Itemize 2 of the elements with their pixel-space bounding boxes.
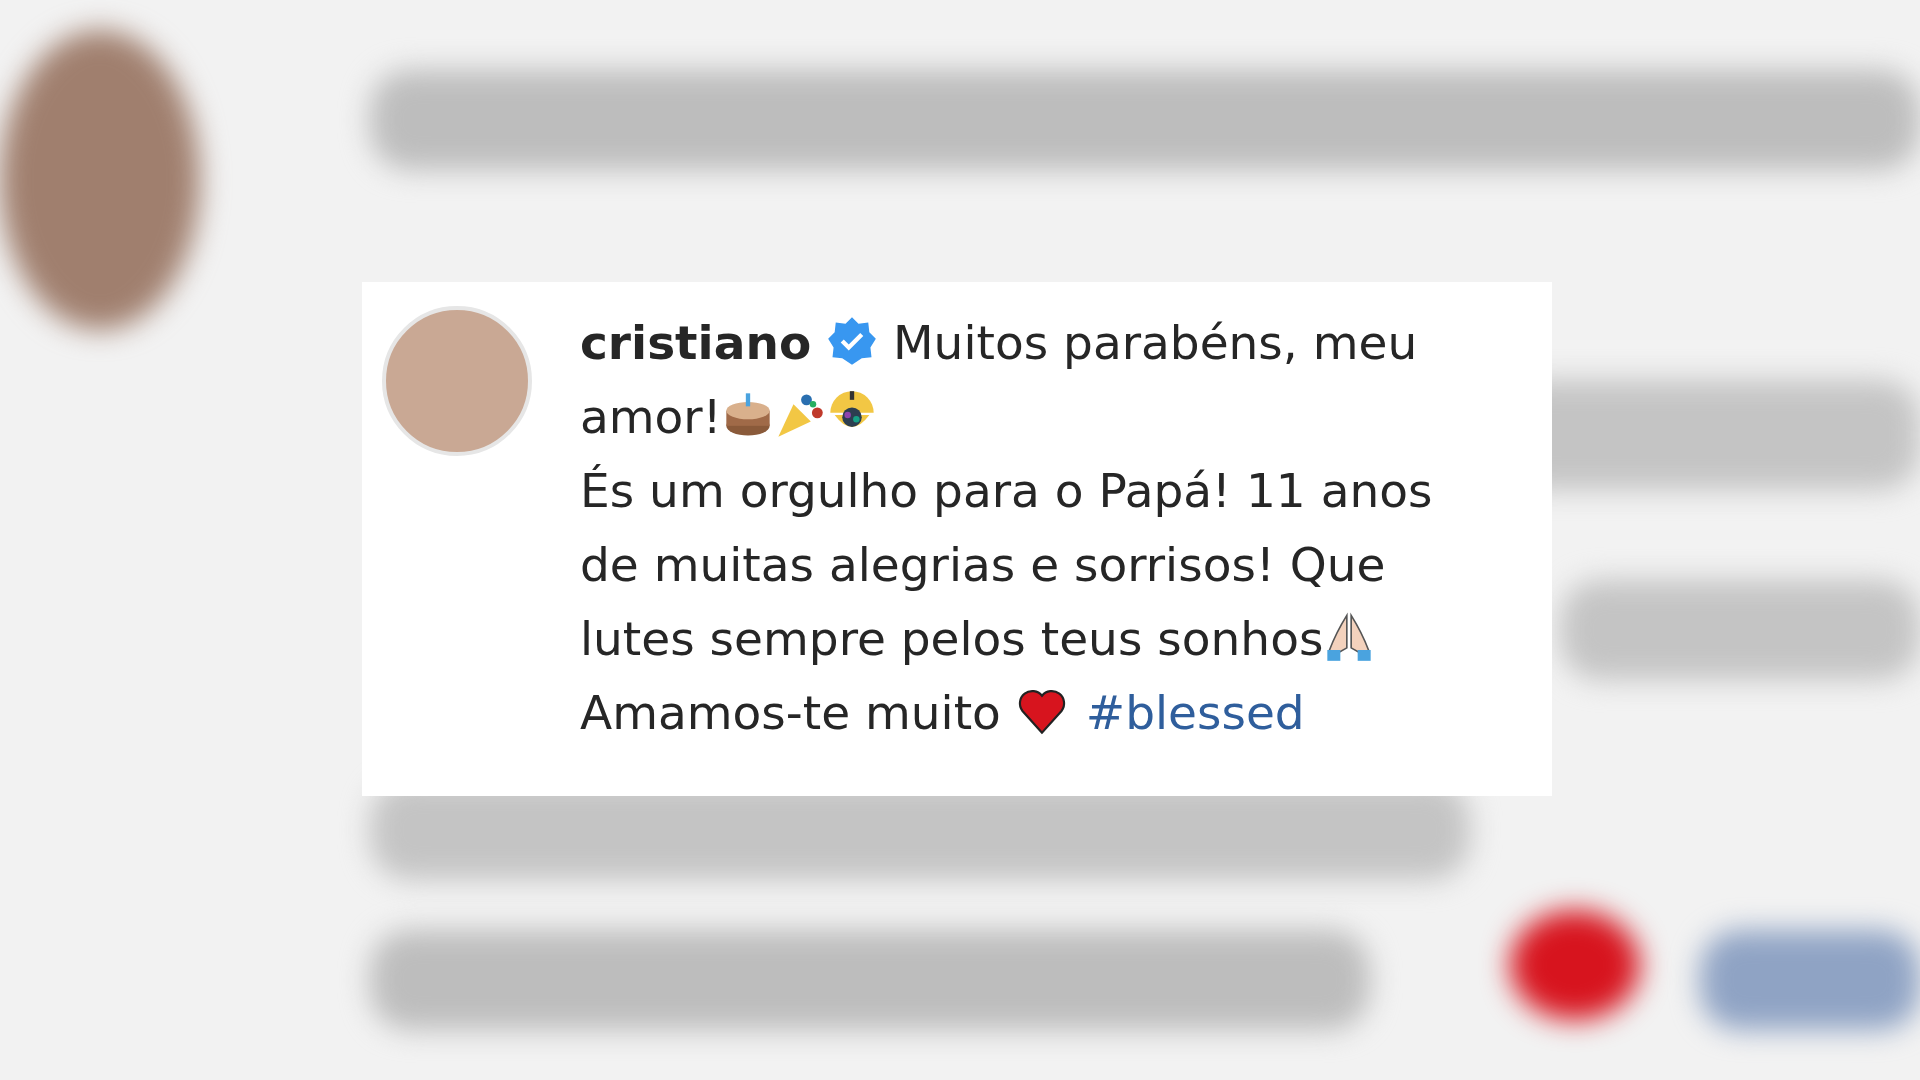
caption-text: cristiano Muitos parabéns, meu amor! És um orgulho para o Papá! 11 anos de muitas alegrias e sorrisos! Que lutes sempre pelos teus sonhos Amamos-te muito #blessed <box>580 314 1433 742</box>
hashtag-link[interactable]: #blessed <box>1085 685 1305 740</box>
